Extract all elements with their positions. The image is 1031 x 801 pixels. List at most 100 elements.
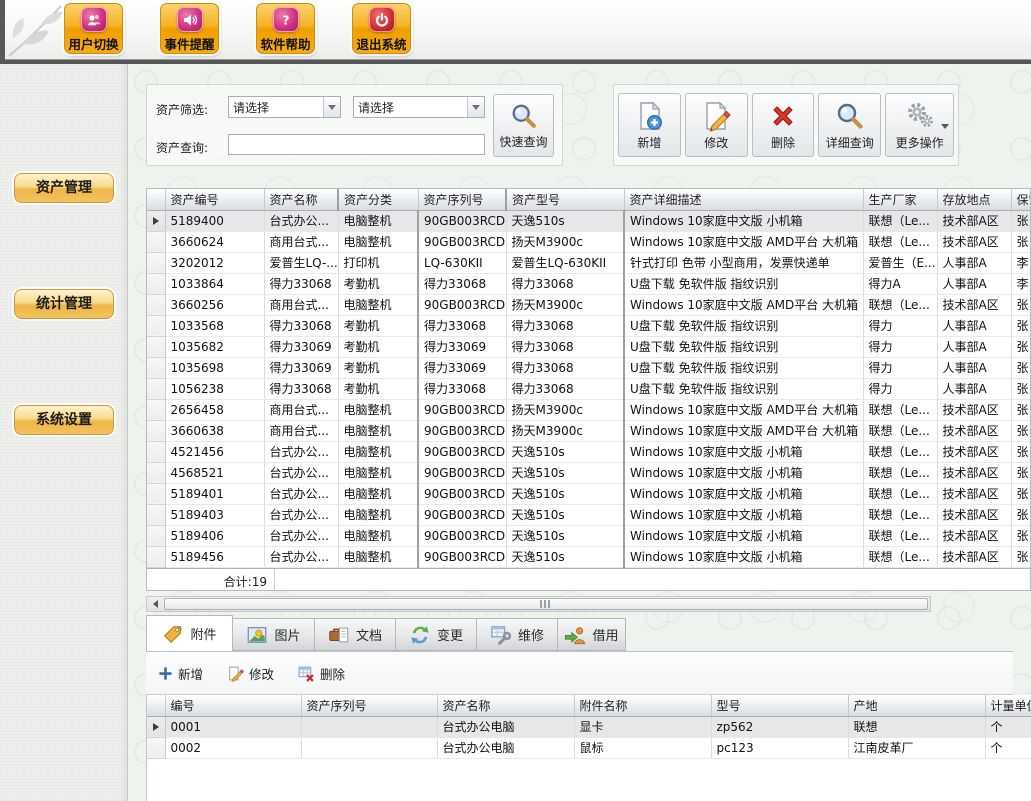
column-header[interactable]: 产地 [848,695,985,716]
sidebar-item-system-settings[interactable]: 系统设置 [14,405,114,435]
edit-button[interactable]: 修改 [685,93,748,157]
attachment-delete-button[interactable]: 删除 [298,664,345,683]
row-indicator-cell [147,231,165,252]
cell-asset-serial [301,716,437,737]
chevron-down-icon[interactable] [323,97,340,117]
tab-pictures[interactable]: 图片 [233,618,315,651]
column-header[interactable]: 附件名称 [574,695,711,716]
column-header[interactable]: 资产名称 [437,695,574,716]
column-header[interactable]: 资产序列号 [301,695,437,716]
column-header[interactable]: 资产名称 [264,189,338,210]
asset-table-row[interactable]: 3660624 商用台式... 电脑整机 90GB003RCD 扬天M3900c… [147,231,1031,252]
add-button[interactable]: 新增 [618,93,681,157]
asset-table-row[interactable]: 1056238 得力33068 考勤机 得力33068 得力33068 U盘下载… [147,378,1031,399]
column-header[interactable]: 资产详细描述 [624,189,863,210]
sidebar-item-asset-management[interactable]: 资产管理 [14,173,114,203]
attachment-delete-label: 删除 [320,664,345,683]
column-header[interactable]: 生产厂家 [863,189,937,210]
cell-location: 技术部A区 [937,231,1011,252]
cell-model: 得力33068 [506,357,624,378]
cell-asset-category: 考勤机 [338,357,418,378]
attachment-table-row[interactable]: 0002 台式办公电脑 鼠标 pc123 江南皮革厂 个 [147,737,1031,758]
asset-table-row[interactable]: 1035682 得力33069 考勤机 得力33069 得力33068 U盘下载… [147,336,1031,357]
column-header[interactable]: 计量单位 [985,695,1031,716]
scrollbar-thumb[interactable] [164,598,928,610]
asset-table-row[interactable]: 3202012 爱普生LQ-... 打印机 LQ-630KII 爱普生LQ-63… [147,252,1031,273]
cell-asset-category: 电脑整机 [338,546,418,567]
tab-attachments[interactable]: 附件 [146,615,233,651]
cell-description: U盘下载 免软件版 指纹识别 [624,336,863,357]
cell-description: Windows 10家庭中文版 小机箱 [624,546,863,567]
cell-custodian: 张 [1011,399,1031,420]
delete-x-icon [767,100,799,132]
column-header[interactable]: 资产序列号 [418,189,506,210]
attachment-add-button[interactable]: 新增 [158,664,203,683]
asset-table-row[interactable]: 5189406 台式办公... 电脑整机 90GB003RCD 天逸510s W… [147,525,1031,546]
asset-filter-select-1[interactable]: 请选择 [228,96,341,118]
asset-table-row[interactable]: 4568521 台式办公... 电脑整机 90GB003RCD 天逸510s W… [147,462,1031,483]
asset-table-row[interactable]: 3660256 商用台式... 电脑整机 90GB003RCD 扬天M3900c… [147,294,1031,315]
cell-asset-id: 5189456 [165,546,264,567]
edit-button-label: 修改 [704,134,728,151]
detail-query-button[interactable]: 详细查询 [818,93,881,157]
table-delete-icon [298,665,315,682]
delete-button-label: 删除 [771,134,795,151]
cell-custodian: 张 [1011,462,1031,483]
cell-asset-category: 电脑整机 [338,210,418,231]
cell-asset-name: 商用台式... [264,420,338,441]
event-reminder-button[interactable]: 事件提醒 [160,3,219,54]
software-help-button[interactable]: ? 软件帮助 [256,3,315,54]
asset-table-row[interactable]: 5189403 台式办公... 电脑整机 90GB003RCD 天逸510s W… [147,504,1031,525]
filter-panel: 资产筛选: 请选择 请选择 资产查询: 快速查询 [146,84,563,166]
tab-changes[interactable]: 变更 [396,618,477,651]
tab-repairs[interactable]: 维修 [477,618,558,651]
asset-table-row[interactable]: 5189456 台式办公... 电脑整机 90GB003RCD 天逸510s W… [147,546,1031,567]
delete-button[interactable]: 删除 [752,93,815,157]
column-header[interactable]: 资产分类 [338,189,418,210]
asset-query-input[interactable] [228,134,485,155]
cell-serial-number: 得力33068 [418,378,506,399]
asset-table-row[interactable]: 3660638 商用台式... 电脑整机 90GB003RCD 扬天M3900c… [147,420,1031,441]
cell-manufacturer: 得力 [863,336,937,357]
scroll-left-arrow-icon[interactable] [147,597,163,611]
cell-manufacturer: 得力A [863,273,937,294]
asset-filter-select-2[interactable]: 请选择 [353,96,485,118]
cell-asset-category: 考勤机 [338,336,418,357]
attachment-table-row[interactable]: 0001 台式办公电脑 显卡 zp562 联想 个 [147,716,1031,737]
asset-table-row[interactable]: 5189400 台式办公... 电脑整机 90GB003RCD 天逸510s W… [147,210,1031,231]
sidebar-item-statistics-management[interactable]: 统计管理 [14,289,114,319]
user-switch-button[interactable]: 用户切换 [64,3,123,54]
row-indicator-cell [147,315,165,336]
asset-table-row[interactable]: 1033864 得力33068 考勤机 得力33068 得力33068 U盘下载… [147,273,1031,294]
attachment-edit-button[interactable]: 修改 [227,664,274,683]
cell-serial-number: 90GB003RCD [418,210,506,231]
asset-table-row[interactable]: 1033568 得力33068 考勤机 得力33068 得力33068 U盘下载… [147,315,1031,336]
row-indicator-cell [147,716,165,737]
exit-system-button[interactable]: 退出系统 [352,3,411,54]
chevron-down-icon[interactable] [467,97,484,117]
cell-description: 针式打印 色带 小型商用，发票快递单 [624,252,863,273]
column-header[interactable]: 存放地点 [937,189,1011,210]
asset-table-row[interactable]: 2656458 商用台式... 电脑整机 90GB003RCD 扬天M3900c… [147,399,1031,420]
cell-model: 天逸510s [506,525,624,546]
column-header[interactable]: 型号 [711,695,848,716]
cell-asset-category: 电脑整机 [338,483,418,504]
cell-asset-name: 台式办公... [264,462,338,483]
asset-table-row[interactable]: 1035698 得力33069 考勤机 得力33069 得力33068 U盘下载… [147,357,1031,378]
more-operations-button[interactable]: 更多操作 [885,93,954,157]
asset-table-row[interactable]: 5189401 台式办公... 电脑整机 90GB003RCD 天逸510s W… [147,483,1031,504]
column-header[interactable]: 保管人 [1011,189,1031,210]
cell-asset-name: 得力33069 [264,336,338,357]
quick-query-button[interactable]: 快速查询 [493,94,554,157]
asset-table-row[interactable]: 4521456 台式办公... 电脑整机 90GB003RCD 天逸510s W… [147,441,1031,462]
cell-model: 扬天M3900c [506,294,624,315]
column-header[interactable]: 资产型号 [506,189,624,210]
column-header[interactable]: 编号 [165,695,301,716]
tab-borrow[interactable]: 借用 [558,618,626,651]
tab-documents[interactable]: 文档 [315,618,396,651]
asset-table-footer: 合计:19 [147,568,1031,591]
column-header[interactable]: 资产编号 [165,189,264,210]
plus-icon [158,666,173,681]
horizontal-scrollbar[interactable] [146,596,931,612]
cell-location: 人事部A [937,336,1011,357]
